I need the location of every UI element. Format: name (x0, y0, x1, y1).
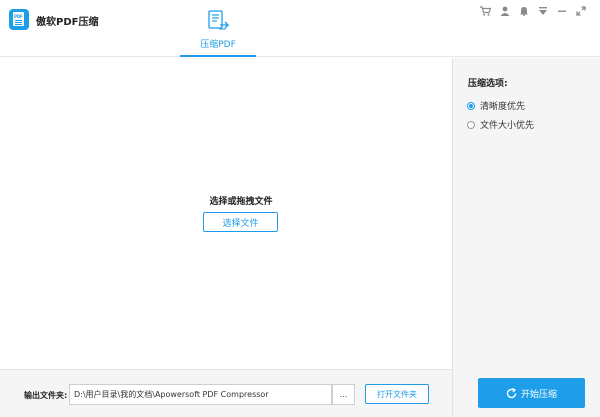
tab-compress-pdf[interactable]: 压缩PDF (180, 0, 256, 57)
options-title: 压缩选项: (468, 79, 508, 89)
title-bar: PDF 傲软PDF压缩 压缩PDF (0, 0, 600, 57)
browse-folder-button[interactable]: ... (332, 384, 355, 405)
app-title: 傲软PDF压缩 (36, 17, 99, 28)
option-label: 文件大小优先 (480, 121, 535, 131)
option-clarity-priority[interactable]: 清晰度优先 (467, 99, 525, 112)
option-label: 清晰度优先 (480, 102, 526, 112)
radio-button-checked[interactable] (467, 101, 475, 110)
logo-text: PDF (14, 14, 23, 19)
option-size-priority[interactable]: 文件大小优先 (467, 118, 534, 131)
window-controls (476, 4, 590, 18)
radio-button[interactable] (467, 120, 475, 129)
minimize-icon[interactable] (552, 4, 571, 18)
maximize-icon[interactable] (571, 4, 590, 18)
bell-icon[interactable] (514, 4, 533, 18)
user-icon[interactable] (495, 4, 514, 18)
output-folder-label: 输出文件夹: (24, 391, 68, 400)
tab-label: 压缩PDF (200, 40, 236, 50)
menu-icon[interactable] (533, 4, 552, 18)
open-folder-button[interactable]: 打开文件夹 (365, 384, 429, 404)
start-compress-button[interactable]: 开始压缩 (478, 378, 585, 408)
refresh-icon (506, 387, 517, 399)
app-logo-icon: PDF (9, 9, 29, 30)
document-compress-icon (208, 10, 230, 30)
output-path-field[interactable]: D:\用户目录\我的文档\Apowersoft PDF Compressor (69, 384, 332, 405)
tab-active-indicator (180, 55, 256, 57)
select-file-button[interactable]: 选择文件 (203, 212, 278, 232)
drop-prompt: 选择或拖拽文件 (209, 197, 273, 207)
cart-icon[interactable] (476, 4, 495, 18)
start-button-label: 开始压缩 (520, 389, 557, 400)
